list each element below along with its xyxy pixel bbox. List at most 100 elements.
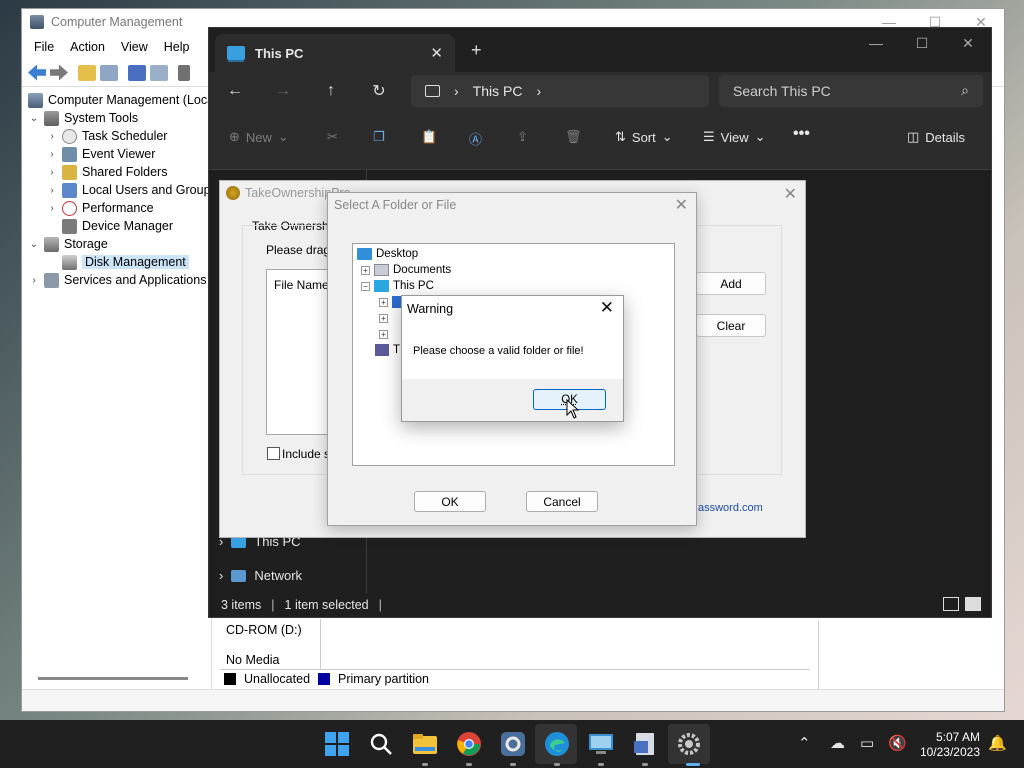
copy-icon[interactable]: ❐ <box>373 129 385 145</box>
horizontal-scrollbar[interactable] <box>38 677 188 680</box>
expand-icon[interactable]: › <box>46 131 58 142</box>
expand-icon[interactable]: + <box>379 313 388 323</box>
search-icon[interactable] <box>368 731 394 757</box>
show-hide-tree-icon[interactable] <box>100 64 118 81</box>
cut-icon[interactable]: ✂ <box>327 129 338 145</box>
tree-item-local-users[interactable]: › Local Users and Groups <box>46 181 211 199</box>
ok-button[interactable]: OK <box>414 491 486 512</box>
expand-icon[interactable]: › <box>46 167 58 178</box>
tree-item-event-viewer[interactable]: › Event Viewer <box>46 145 155 163</box>
close-icon[interactable]: ✕ <box>600 298 614 318</box>
clear-button[interactable]: Clear <box>696 314 766 337</box>
show-hidden-icons-chevron-icon[interactable]: ⌃ <box>798 734 811 752</box>
tree-node-desktop[interactable]: Desktop <box>357 246 418 262</box>
chevron-right-icon[interactable]: › <box>219 568 223 583</box>
back-arrow-icon[interactable]: ← <box>223 79 247 103</box>
computer-icon <box>227 46 245 60</box>
nav-item-network[interactable]: › Network <box>219 568 302 583</box>
take-ownership-app-taskbar-icon[interactable] <box>632 731 658 757</box>
menu-action[interactable]: Action <box>62 40 113 54</box>
tree-item-system-tools[interactable]: ⌄ System Tools <box>28 109 138 127</box>
details-view-icon[interactable] <box>943 597 959 611</box>
address-bar[interactable]: › This PC › <box>411 75 709 107</box>
more-options-icon[interactable]: ••• <box>793 125 810 143</box>
collapse-icon[interactable]: ⌄ <box>28 113 40 124</box>
add-button[interactable]: Add <box>696 272 766 295</box>
tab-this-pc[interactable]: This PC ✕ <box>215 34 455 72</box>
include-subfolders-checkbox[interactable] <box>267 447 280 460</box>
tree-item-shared-folders[interactable]: › Shared Folders <box>46 163 167 181</box>
collapse-icon[interactable]: ⌄ <box>28 239 40 250</box>
settings-gear-icon[interactable] <box>500 731 526 757</box>
expand-icon[interactable]: › <box>46 185 58 196</box>
notification-bell-icon[interactable]: 🔔 <box>988 734 1007 752</box>
view-button[interactable]: ☰ View ⌄ <box>703 129 766 145</box>
expand-icon[interactable]: › <box>46 149 58 160</box>
file-list[interactable]: File Name <box>266 269 330 435</box>
tree-node-this-pc[interactable]: − This PC <box>361 278 434 294</box>
breadcrumb-chevron-icon[interactable]: › <box>536 83 541 99</box>
delete-icon[interactable]: 🗑 <box>565 129 582 145</box>
search-input[interactable]: Search This PC ⌕ <box>719 75 983 107</box>
tree-item-storage[interactable]: ⌄ Storage <box>28 235 108 253</box>
properties-icon[interactable] <box>150 64 168 81</box>
volume-muted-icon[interactable]: 🔇 <box>888 734 907 752</box>
expand-icon[interactable]: › <box>46 203 58 214</box>
tree-item-disk-management[interactable]: Disk Management <box>62 253 189 271</box>
menu-view[interactable]: View <box>113 40 156 54</box>
tree-node-child[interactable]: + <box>379 310 392 326</box>
selection-count: 1 item selected <box>284 598 369 612</box>
new-button[interactable]: ⊕ New ⌄ <box>229 129 289 145</box>
tree-item-services-and-applications[interactable]: › Services and Applications <box>28 271 206 289</box>
forward-arrow-icon[interactable] <box>50 64 68 81</box>
expand-icon[interactable]: + <box>361 265 370 275</box>
help-icon[interactable] <box>128 64 146 81</box>
rename-icon[interactable]: Ⓐ <box>469 129 482 148</box>
clock[interactable]: 5:07 AM 10/23/2023 <box>918 730 980 760</box>
new-tab-button[interactable]: + <box>471 40 482 61</box>
close-icon[interactable]: ✕ <box>784 184 797 204</box>
more-icon[interactable] <box>178 64 190 81</box>
back-arrow-icon[interactable] <box>28 64 46 81</box>
tree-node-truncated[interactable]: T <box>375 342 400 358</box>
expand-icon[interactable]: + <box>379 297 388 307</box>
tree-item-performance[interactable]: › Performance <box>46 199 154 217</box>
forward-arrow-icon[interactable]: → <box>271 79 295 103</box>
details-button[interactable]: ◫ Details <box>907 129 965 145</box>
onedrive-icon[interactable]: ☁ <box>830 734 845 752</box>
minimize-button[interactable]: — <box>853 28 899 58</box>
close-tab-icon[interactable]: ✕ <box>430 44 443 62</box>
edge-icon[interactable] <box>544 731 570 757</box>
maximize-button[interactable]: ☐ <box>899 28 945 58</box>
sort-button[interactable]: ⇅ Sort ⌄ <box>615 129 673 145</box>
tree-item-computer-management[interactable]: Computer Management (Loca <box>28 91 211 109</box>
tiles-view-icon[interactable] <box>965 597 981 611</box>
computer-management-app-icon[interactable] <box>588 731 614 757</box>
chrome-icon[interactable] <box>456 731 482 757</box>
close-button[interactable]: ✕ <box>945 28 991 58</box>
website-link[interactable]: assword.com <box>698 502 763 514</box>
refresh-icon[interactable]: ↻ <box>367 79 391 103</box>
cancel-button[interactable]: Cancel <box>526 491 598 512</box>
clock-date: 10/23/2023 <box>919 745 980 759</box>
tree-item-device-manager[interactable]: Device Manager <box>62 217 173 235</box>
menu-file[interactable]: File <box>26 40 62 54</box>
expand-icon[interactable]: + <box>379 329 388 339</box>
up-folder-icon[interactable] <box>78 64 96 81</box>
display-icon[interactable]: ▭ <box>860 734 874 752</box>
address-text[interactable]: This PC <box>473 83 523 99</box>
breadcrumb-chevron-icon[interactable]: › <box>454 83 459 99</box>
file-explorer-icon[interactable] <box>412 731 438 757</box>
up-arrow-icon[interactable]: ↑ <box>319 79 343 103</box>
tree-node-documents[interactable]: + Documents <box>361 262 451 278</box>
windows-start-icon[interactable] <box>324 731 350 757</box>
paste-icon[interactable]: 📋 <box>421 129 437 145</box>
collapse-icon[interactable]: − <box>361 281 370 291</box>
close-icon[interactable]: ✕ <box>675 195 688 215</box>
tree-item-task-scheduler[interactable]: › Task Scheduler <box>46 127 167 145</box>
expand-icon[interactable]: › <box>28 275 40 286</box>
settings-app-icon[interactable] <box>676 731 702 757</box>
menu-help[interactable]: Help <box>156 40 198 54</box>
tree-node-child[interactable]: + <box>379 326 392 342</box>
share-icon[interactable]: ⇪ <box>517 129 528 145</box>
